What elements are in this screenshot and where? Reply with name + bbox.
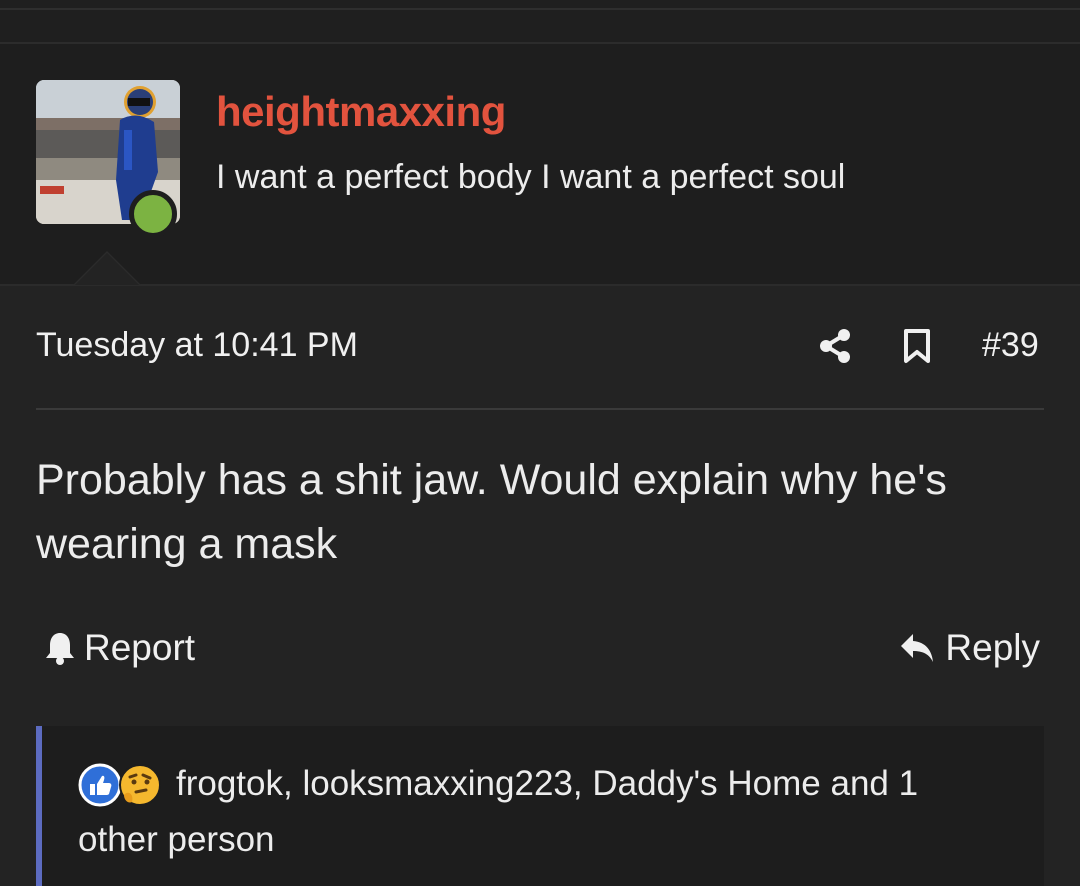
reactions-bar[interactable]: frogtok, looksmaxxing223, Daddy's Home a… bbox=[36, 726, 1044, 886]
bookmark-icon[interactable] bbox=[902, 328, 932, 364]
post-number-link[interactable]: #39 bbox=[982, 326, 1039, 365]
post-date[interactable]: Tuesday at 10:41 PM bbox=[36, 326, 358, 365]
reply-label: Reply bbox=[945, 627, 1040, 668]
reaction-users-text[interactable]: frogtok, looksmaxxing223, Daddy's Home a… bbox=[78, 756, 978, 868]
online-status-indicator bbox=[129, 190, 177, 238]
post-divider bbox=[36, 408, 1044, 410]
top-bar bbox=[0, 0, 1080, 44]
reply-button[interactable]: Reply bbox=[899, 626, 1040, 670]
username[interactable]: heightmaxxing bbox=[216, 88, 506, 136]
share-icon[interactable] bbox=[818, 328, 852, 364]
post-body: Probably has a shit jaw. Would explain w… bbox=[36, 456, 947, 568]
bell-icon bbox=[46, 633, 74, 665]
header-arrow bbox=[75, 253, 139, 285]
reply-arrow-icon bbox=[901, 634, 934, 662]
report-button[interactable]: Report bbox=[44, 626, 195, 670]
report-label: Report bbox=[84, 627, 196, 668]
user-title: I want a perfect body I want a perfect s… bbox=[216, 158, 846, 196]
